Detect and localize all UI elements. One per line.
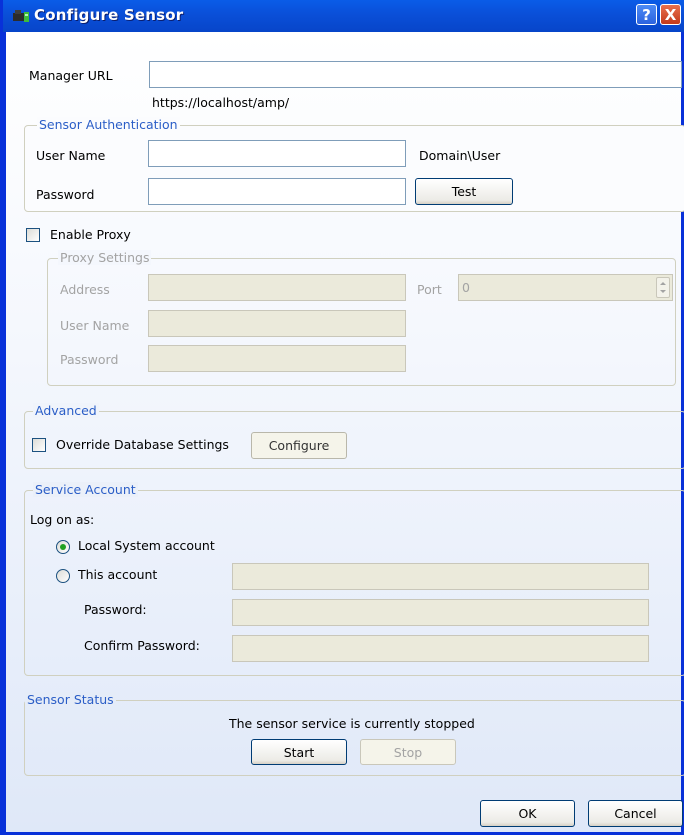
local-system-label: Local System account: [78, 538, 215, 553]
proxy-port-spinner[interactable]: 0: [458, 274, 673, 301]
account-password-label: Password:: [84, 602, 147, 617]
auth-password-input[interactable]: [148, 178, 406, 205]
service-account-legend: Service Account: [33, 482, 138, 497]
auth-user-label: User Name: [36, 148, 106, 163]
manager-url-hint: https://localhost/amp/: [152, 95, 290, 110]
this-account-label: This account: [78, 567, 158, 582]
dialog-body: Manager URL https://localhost/amp/ Senso…: [6, 32, 684, 832]
radio-selected-dot: [60, 544, 66, 550]
window-title: Configure Sensor: [34, 6, 184, 24]
auth-password-label: Password: [36, 187, 95, 202]
this-account-radio[interactable]: [56, 569, 70, 583]
configure-button[interactable]: Configure: [251, 432, 347, 459]
proxy-user-label: User Name: [60, 318, 130, 333]
spinner-arrows-icon[interactable]: [656, 277, 670, 298]
manager-url-label: Manager URL: [29, 68, 113, 83]
proxy-user-input[interactable]: [148, 310, 406, 337]
proxy-address-input[interactable]: [148, 274, 406, 301]
logon-as-label: Log on as:: [30, 512, 95, 527]
this-account-input[interactable]: [232, 563, 649, 590]
stop-button[interactable]: Stop: [360, 739, 456, 765]
test-button[interactable]: Test: [415, 178, 513, 205]
cancel-button[interactable]: Cancel: [588, 800, 683, 827]
account-password-input[interactable]: [232, 599, 649, 626]
start-button[interactable]: Start: [251, 739, 347, 765]
proxy-port-value: 0: [462, 280, 470, 295]
sensor-status-group: Sensor Status: [24, 692, 684, 776]
help-icon: ?: [642, 5, 651, 24]
dialog-window: Configure Sensor ? X Manager URL https:/…: [0, 0, 684, 835]
close-icon: X: [664, 5, 677, 24]
help-button[interactable]: ?: [636, 4, 657, 25]
sensor-status-message: The sensor service is currently stopped: [229, 716, 475, 731]
sensor-status-legend: Sensor Status: [25, 692, 116, 707]
sensor-auth-legend: Sensor Authentication: [37, 117, 180, 132]
proxy-port-label: Port: [417, 282, 442, 297]
proxy-settings-legend: Proxy Settings: [58, 250, 152, 265]
close-button[interactable]: X: [660, 4, 681, 25]
proxy-address-label: Address: [60, 282, 110, 297]
auth-user-hint: Domain\User: [419, 148, 501, 163]
proxy-password-label: Password: [60, 352, 119, 367]
advanced-legend: Advanced: [33, 403, 99, 418]
sensor-app-icon: [13, 10, 29, 22]
auth-user-input[interactable]: [148, 140, 406, 167]
title-bar[interactable]: Configure Sensor ? X: [3, 0, 684, 32]
manager-url-input[interactable]: [149, 61, 682, 88]
local-system-radio[interactable]: [56, 540, 70, 554]
override-db-label: Override Database Settings: [56, 437, 229, 452]
ok-button[interactable]: OK: [480, 800, 575, 827]
enable-proxy-label: Enable Proxy: [50, 227, 131, 242]
confirm-password-label: Confirm Password:: [84, 638, 200, 653]
override-db-checkbox[interactable]: [32, 438, 46, 452]
proxy-password-input[interactable]: [148, 345, 406, 372]
confirm-password-input[interactable]: [232, 635, 649, 662]
enable-proxy-checkbox[interactable]: [26, 228, 40, 242]
